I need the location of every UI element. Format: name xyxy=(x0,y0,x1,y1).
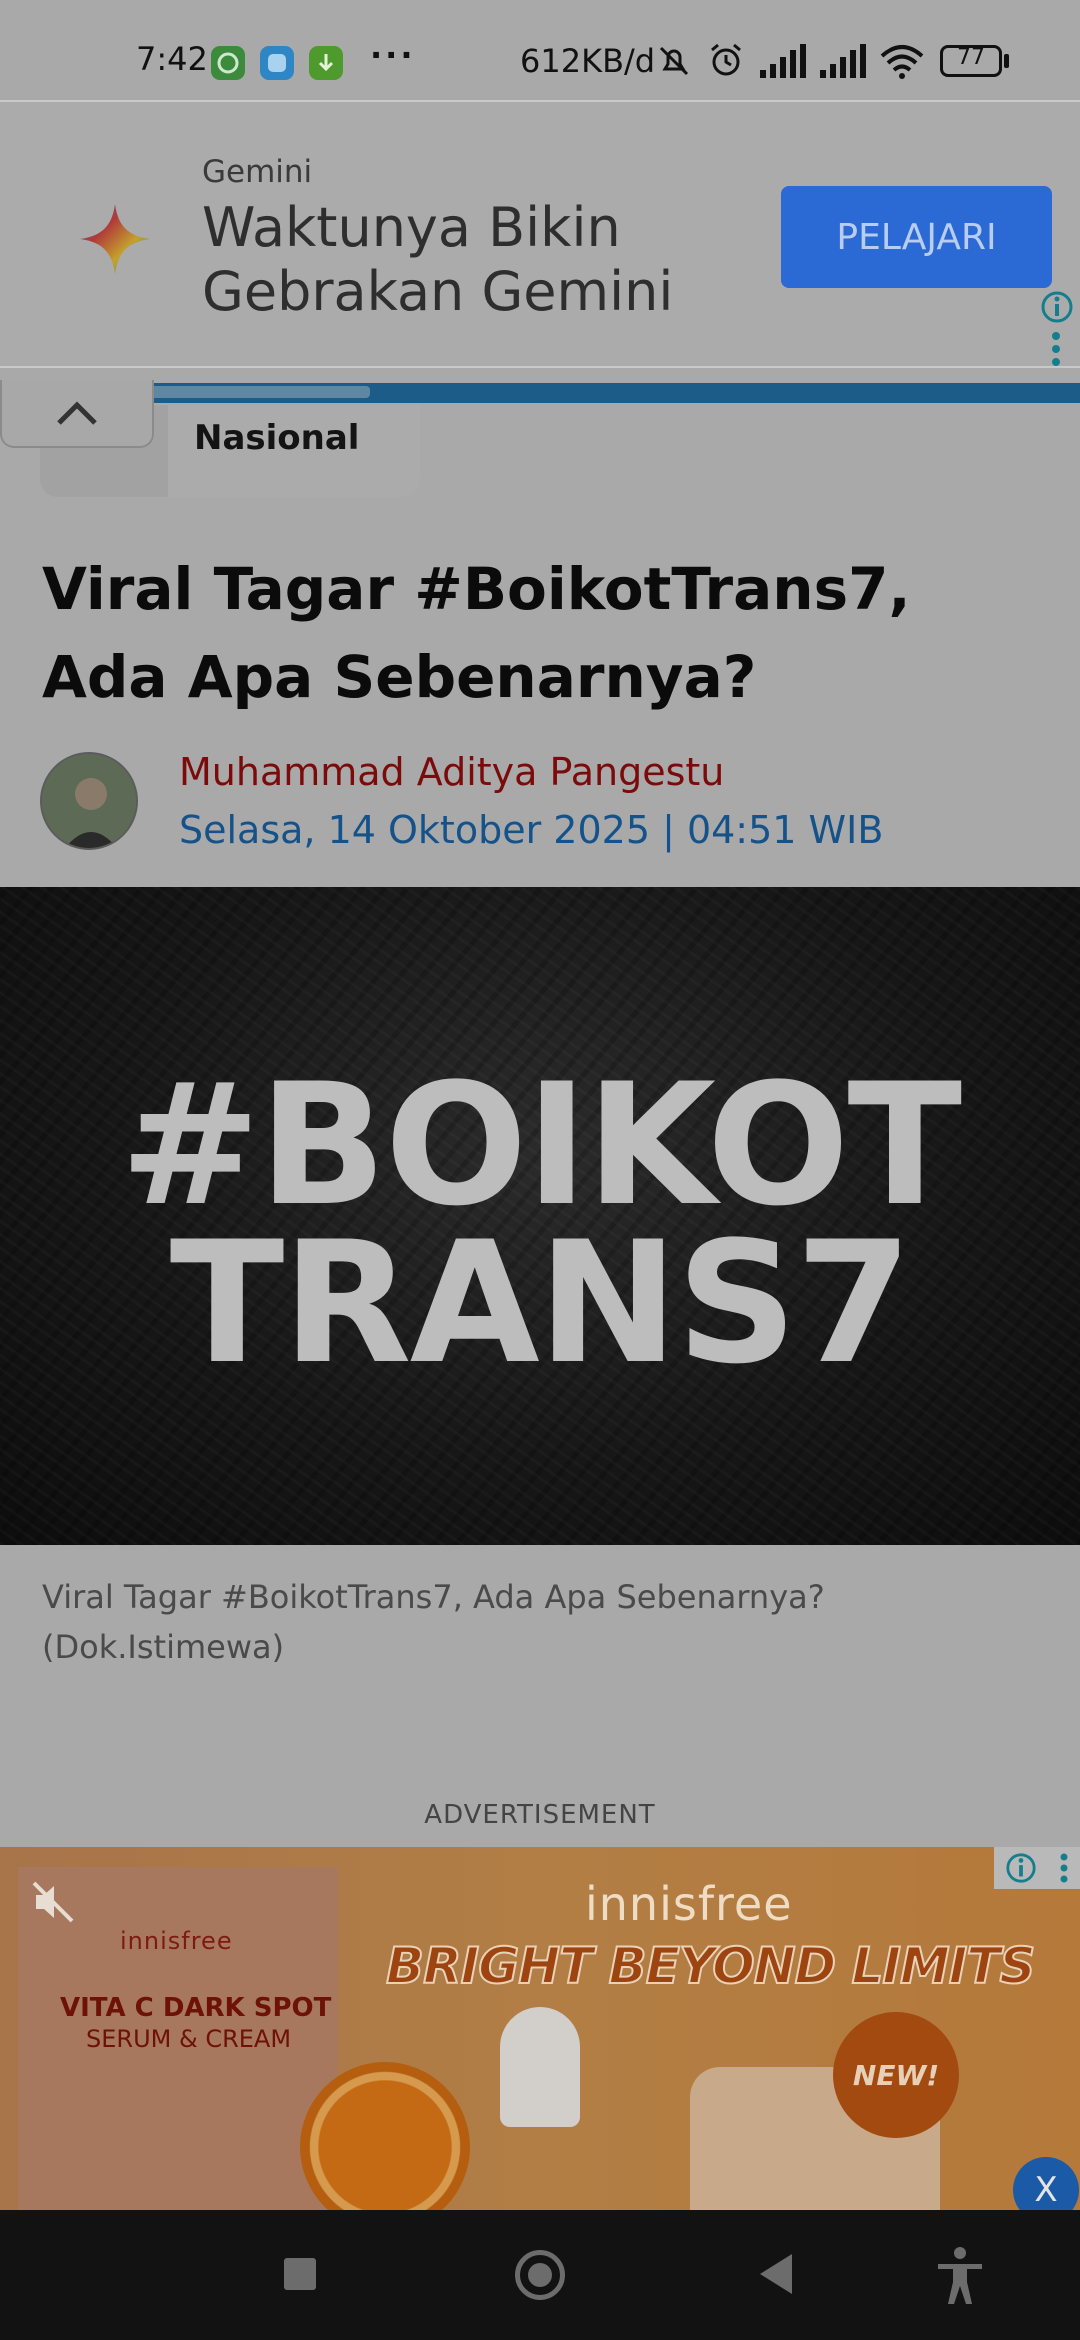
status-time: 7:42 xyxy=(136,40,208,78)
ad-product-name: VITA C DARK SPOT xyxy=(60,1993,332,2023)
reading-progress-fill xyxy=(150,386,370,398)
ad-more-options-icon[interactable] xyxy=(1058,1852,1070,1884)
more-notifications-icon: ··· xyxy=(370,36,416,74)
publish-date: Selasa, 14 Oktober 2025 | 04:51 WIB xyxy=(179,808,884,852)
ad-cta-button[interactable]: PELAJARI xyxy=(781,186,1052,288)
mute-video-icon[interactable] xyxy=(28,1877,78,1927)
whatsapp-icon xyxy=(211,46,245,80)
download-icon xyxy=(309,46,343,80)
alarm-icon xyxy=(711,43,741,76)
home-button[interactable] xyxy=(515,2250,565,2300)
signal-icon xyxy=(820,44,866,78)
image-caption: Viral Tagar #BoikotTrans7, Ada Apa Seben… xyxy=(42,1578,825,1666)
ad-slogan: BRIGHT BEYOND LIMITS xyxy=(385,1936,1037,1996)
gemini-logo-icon xyxy=(80,204,150,274)
close-ad-button[interactable]: X xyxy=(1013,2157,1079,2210)
system-navigation-bar xyxy=(0,2210,1080,2340)
article-title: Viral Tagar #BoikotTrans7, Ada Apa Seben… xyxy=(42,555,911,711)
serum-bottle-image xyxy=(500,2007,580,2127)
author-avatar[interactable] xyxy=(40,752,138,850)
battery-icon: 77 xyxy=(940,45,1002,77)
author-name[interactable]: Muhammad Aditya Pangestu xyxy=(179,750,724,794)
top-banner-ad[interactable]: Gemini Waktunya Bikin Gebrakan Gemini PE… xyxy=(0,100,1080,368)
ad-info-icon[interactable] xyxy=(1005,1852,1037,1884)
signal-icon xyxy=(760,44,806,78)
status-bar: 7:42 ··· 612KB/d 77 xyxy=(0,0,1080,100)
ad-brand: Gemini xyxy=(202,154,313,190)
collapse-ad-button[interactable] xyxy=(0,380,154,448)
ad-brand-left: innisfree xyxy=(120,1927,233,1955)
battery-tip xyxy=(1004,54,1009,68)
article-hero-image[interactable]: #BOIKOT TRANS7 xyxy=(0,887,1080,1545)
recents-button[interactable] xyxy=(284,2258,316,2290)
bottom-banner-ad[interactable]: innisfree VITA C DARK SPOT SERUM & CREAM… xyxy=(0,1847,1080,2210)
network-speed: 612KB/d xyxy=(520,42,656,80)
ad-headline[interactable]: Waktunya Bikin Gebrakan Gemini xyxy=(202,196,722,324)
back-button[interactable] xyxy=(760,2254,792,2294)
ad-info-icon[interactable] xyxy=(1040,290,1074,324)
mute-icon xyxy=(659,46,689,76)
ad-product-subtitle: SERUM & CREAM xyxy=(86,2025,292,2053)
ad-brand-right: innisfree xyxy=(585,1877,793,1931)
battery-level: 77 xyxy=(957,45,985,70)
notification-app-icon xyxy=(260,46,294,80)
hero-text-line2: TRANS7 xyxy=(169,1205,912,1401)
ad-more-options-icon[interactable] xyxy=(1048,330,1064,368)
wifi-icon xyxy=(880,45,924,79)
new-badge: NEW! xyxy=(833,2012,959,2138)
accessibility-icon[interactable] xyxy=(934,2246,986,2306)
category-label[interactable]: Nasional xyxy=(194,418,359,458)
advertisement-label: ADVERTISEMENT xyxy=(424,1800,656,1830)
chevron-up-icon xyxy=(57,401,97,425)
ad-info-box[interactable] xyxy=(994,1847,1080,1889)
